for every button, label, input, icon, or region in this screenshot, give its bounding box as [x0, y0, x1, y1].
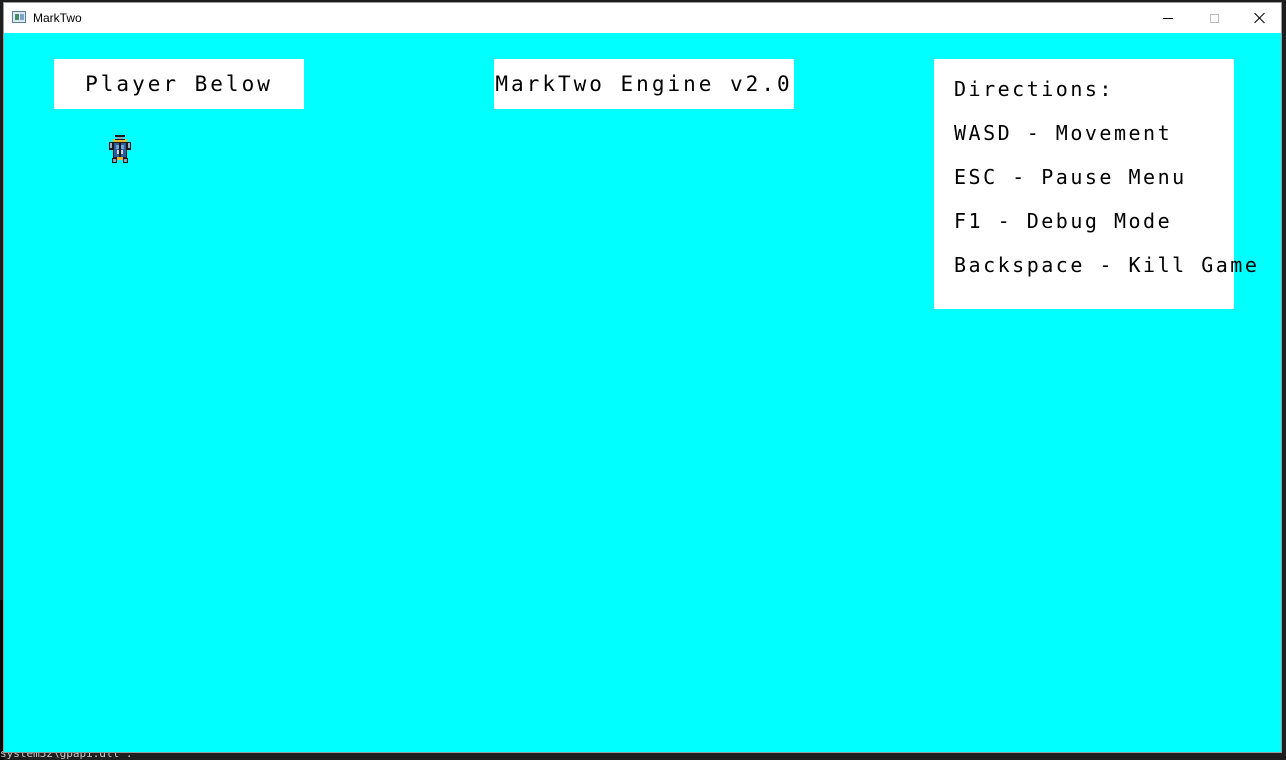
direction-debug: F1 - Debug Mode: [954, 209, 1173, 233]
maximize-icon: [1209, 13, 1219, 23]
window-title: MarkTwo: [33, 11, 82, 25]
title-bar[interactable]: MarkTwo: [4, 3, 1281, 33]
close-button[interactable]: [1237, 3, 1283, 33]
app-window: MarkTwo Player Below MarkTwo Engine v2.0…: [3, 2, 1282, 753]
minimize-button[interactable]: [1145, 3, 1191, 33]
minimize-icon: [1163, 17, 1173, 19]
engine-title-panel: MarkTwo Engine v2.0: [494, 59, 794, 109]
directions-panel: Directions: WASD - Movement ESC - Pause …: [934, 59, 1260, 309]
player-sprite-icon: [109, 135, 131, 163]
close-icon: [1254, 12, 1266, 24]
player-label-panel: Player Below: [54, 59, 304, 109]
game-canvas[interactable]: Player Below MarkTwo Engine v2.0 Directi…: [4, 33, 1281, 752]
app-window-icon: [12, 11, 26, 23]
engine-title: MarkTwo Engine v2.0: [495, 72, 793, 96]
direction-pause: ESC - Pause Menu: [954, 165, 1187, 189]
direction-movement: WASD - Movement: [954, 121, 1173, 145]
directions-heading: Directions:: [954, 77, 1114, 101]
maximize-button[interactable]: [1191, 3, 1237, 33]
direction-kill: Backspace - Kill Game: [954, 253, 1260, 277]
player-label: Player Below: [85, 72, 273, 96]
